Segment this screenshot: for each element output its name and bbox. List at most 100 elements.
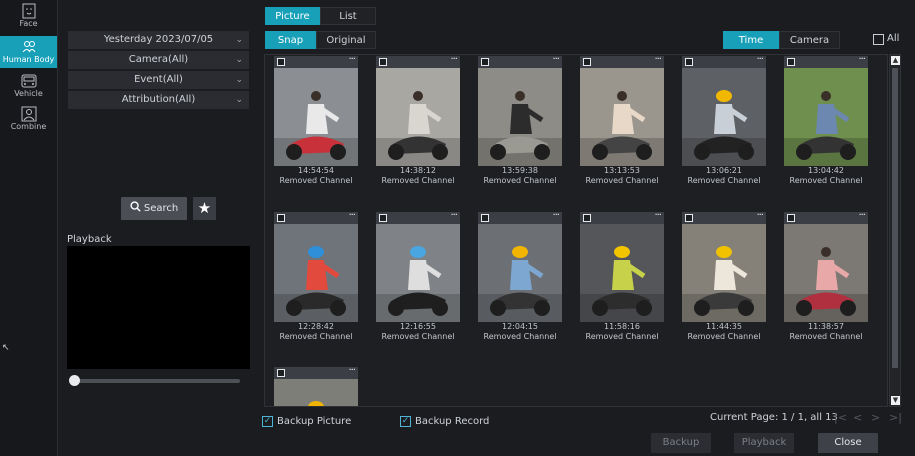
select-checkbox[interactable] [583, 58, 591, 66]
more-options-icon[interactable]: ··· [348, 367, 355, 376]
capture-time: 11:58:16 [604, 322, 640, 331]
capture-time: 12:28:42 [298, 322, 334, 331]
result-card[interactable]: ··· [274, 367, 358, 406]
tab-list[interactable]: List [320, 7, 376, 25]
snapshot-thumbnail[interactable]: ··· [376, 212, 460, 322]
thumbnail-toolbar [682, 56, 766, 68]
select-checkbox[interactable] [481, 214, 489, 222]
more-options-icon[interactable]: ··· [858, 212, 865, 221]
result-card[interactable]: ··· 13:59:38 Removed Channel [478, 56, 562, 186]
rail-item-face[interactable]: Face [0, 3, 57, 33]
prev-page-icon[interactable]: < [853, 411, 862, 424]
select-checkbox[interactable] [583, 214, 591, 222]
tab-sort-time[interactable]: Time [723, 31, 779, 49]
backup-record-checkbox[interactable]: ✓ [400, 416, 411, 427]
scroll-down-icon[interactable]: ▼ [891, 396, 900, 405]
select-checkbox[interactable] [787, 214, 795, 222]
tab-original[interactable]: Original [316, 31, 376, 49]
event-dropdown[interactable]: Event(All) ⌄ [68, 71, 249, 89]
more-options-icon[interactable]: ··· [858, 56, 865, 65]
result-card[interactable]: ··· 11:38:57 Removed Channel [784, 212, 868, 342]
channel-name: Removed Channel [687, 332, 761, 341]
snapshot-thumbnail[interactable]: ··· [682, 56, 766, 166]
snapshot-thumbnail[interactable]: ··· [274, 212, 358, 322]
channel-name: Removed Channel [381, 176, 455, 185]
result-card[interactable]: ··· 11:58:16 Removed Channel [580, 212, 664, 342]
select-checkbox[interactable] [277, 369, 285, 377]
next-page-icon[interactable]: > [871, 411, 880, 424]
more-options-icon[interactable]: ··· [654, 212, 661, 221]
more-options-icon[interactable]: ··· [348, 56, 355, 65]
select-all-checkbox[interactable] [873, 34, 884, 45]
more-options-icon[interactable]: ··· [450, 212, 457, 221]
result-card[interactable]: ··· 13:04:42 Removed Channel [784, 56, 868, 186]
attribution-dropdown[interactable]: Attribution(All) ⌄ [68, 91, 249, 109]
more-options-icon[interactable]: ··· [450, 56, 457, 65]
playback-button[interactable]: Playback [734, 433, 794, 453]
capture-time: 12:04:15 [502, 322, 538, 331]
select-checkbox[interactable] [481, 58, 489, 66]
backup-button[interactable]: Backup [651, 433, 711, 453]
snapshot-thumbnail[interactable]: ··· [784, 212, 868, 322]
result-card[interactable]: ··· 14:38:12 Removed Channel [376, 56, 460, 186]
snapshot-thumbnail[interactable]: ··· [478, 212, 562, 322]
playback-slider-track[interactable] [72, 379, 240, 383]
tab-sort-camera[interactable]: Camera [779, 31, 840, 49]
result-card[interactable]: ··· 12:04:15 Removed Channel [478, 212, 562, 342]
last-page-icon[interactable]: >| [889, 411, 902, 424]
vehicle-icon [21, 74, 36, 88]
snapshot-thumbnail[interactable]: ··· [376, 56, 460, 166]
scroll-thumb[interactable] [892, 68, 898, 368]
first-page-icon[interactable]: |< [834, 411, 847, 424]
more-options-icon[interactable]: ··· [756, 212, 763, 221]
rail-label-vehicle: Vehicle [14, 89, 43, 98]
tab-snap[interactable]: Snap [265, 31, 316, 49]
snapshot-thumbnail[interactable]: ··· [274, 367, 358, 406]
results-scrollbar[interactable]: ▲ ▼ [889, 54, 901, 407]
tab-picture[interactable]: Picture [265, 7, 320, 25]
select-checkbox[interactable] [379, 214, 387, 222]
more-options-icon[interactable]: ··· [348, 212, 355, 221]
thumbnail-toolbar [376, 212, 460, 224]
select-checkbox[interactable] [787, 58, 795, 66]
playback-slider-handle[interactable] [69, 375, 80, 386]
result-card[interactable]: ··· 11:44:35 Removed Channel [682, 212, 766, 342]
backup-picture-checkbox[interactable]: ✓ [262, 416, 273, 427]
select-checkbox[interactable] [277, 58, 285, 66]
rail-item-combine[interactable]: Combine [0, 106, 57, 134]
snapshot-thumbnail[interactable]: ··· [580, 56, 664, 166]
more-options-icon[interactable]: ··· [654, 56, 661, 65]
scroll-up-icon[interactable]: ▲ [891, 56, 900, 65]
playback-video[interactable] [67, 246, 250, 369]
select-checkbox[interactable] [685, 58, 693, 66]
select-checkbox[interactable] [379, 58, 387, 66]
channel-name: Removed Channel [789, 332, 863, 341]
thumbnail-toolbar [784, 56, 868, 68]
date-dropdown[interactable]: Yesterday 2023/07/05 ⌄ [68, 31, 249, 49]
thumbnail-toolbar [580, 56, 664, 68]
more-options-icon[interactable]: ··· [552, 212, 559, 221]
select-checkbox[interactable] [685, 214, 693, 222]
more-options-icon[interactable]: ··· [552, 56, 559, 65]
select-checkbox[interactable] [277, 214, 285, 222]
result-card[interactable]: ··· 12:16:55 Removed Channel [376, 212, 460, 342]
snapshot-thumbnail[interactable]: ··· [274, 56, 358, 166]
snapshot-thumbnail[interactable]: ··· [682, 212, 766, 322]
more-options-icon[interactable]: ··· [756, 56, 763, 65]
results-grid: ··· 14:54:54 Removed Channel ··· 14:38:1… [264, 54, 888, 407]
snapshot-thumbnail[interactable]: ··· [784, 56, 868, 166]
search-button[interactable]: Search [121, 197, 187, 220]
rail-item-vehicle[interactable]: Vehicle [0, 73, 57, 101]
result-card[interactable]: ··· 13:06:21 Removed Channel [682, 56, 766, 186]
search-icon [130, 201, 141, 212]
rail-item-human-body[interactable]: Human Body [0, 36, 57, 68]
result-card[interactable]: ··· 14:54:54 Removed Channel [274, 56, 358, 186]
capture-time: 13:13:53 [604, 166, 640, 175]
result-card[interactable]: ··· 13:13:53 Removed Channel [580, 56, 664, 186]
favorite-button[interactable]: ★ [193, 197, 216, 220]
snapshot-thumbnail[interactable]: ··· [580, 212, 664, 322]
close-button[interactable]: Close [818, 433, 878, 453]
snapshot-thumbnail[interactable]: ··· [478, 56, 562, 166]
camera-dropdown[interactable]: Camera(All) ⌄ [68, 51, 249, 69]
result-card[interactable]: ··· 12:28:42 Removed Channel [274, 212, 358, 342]
